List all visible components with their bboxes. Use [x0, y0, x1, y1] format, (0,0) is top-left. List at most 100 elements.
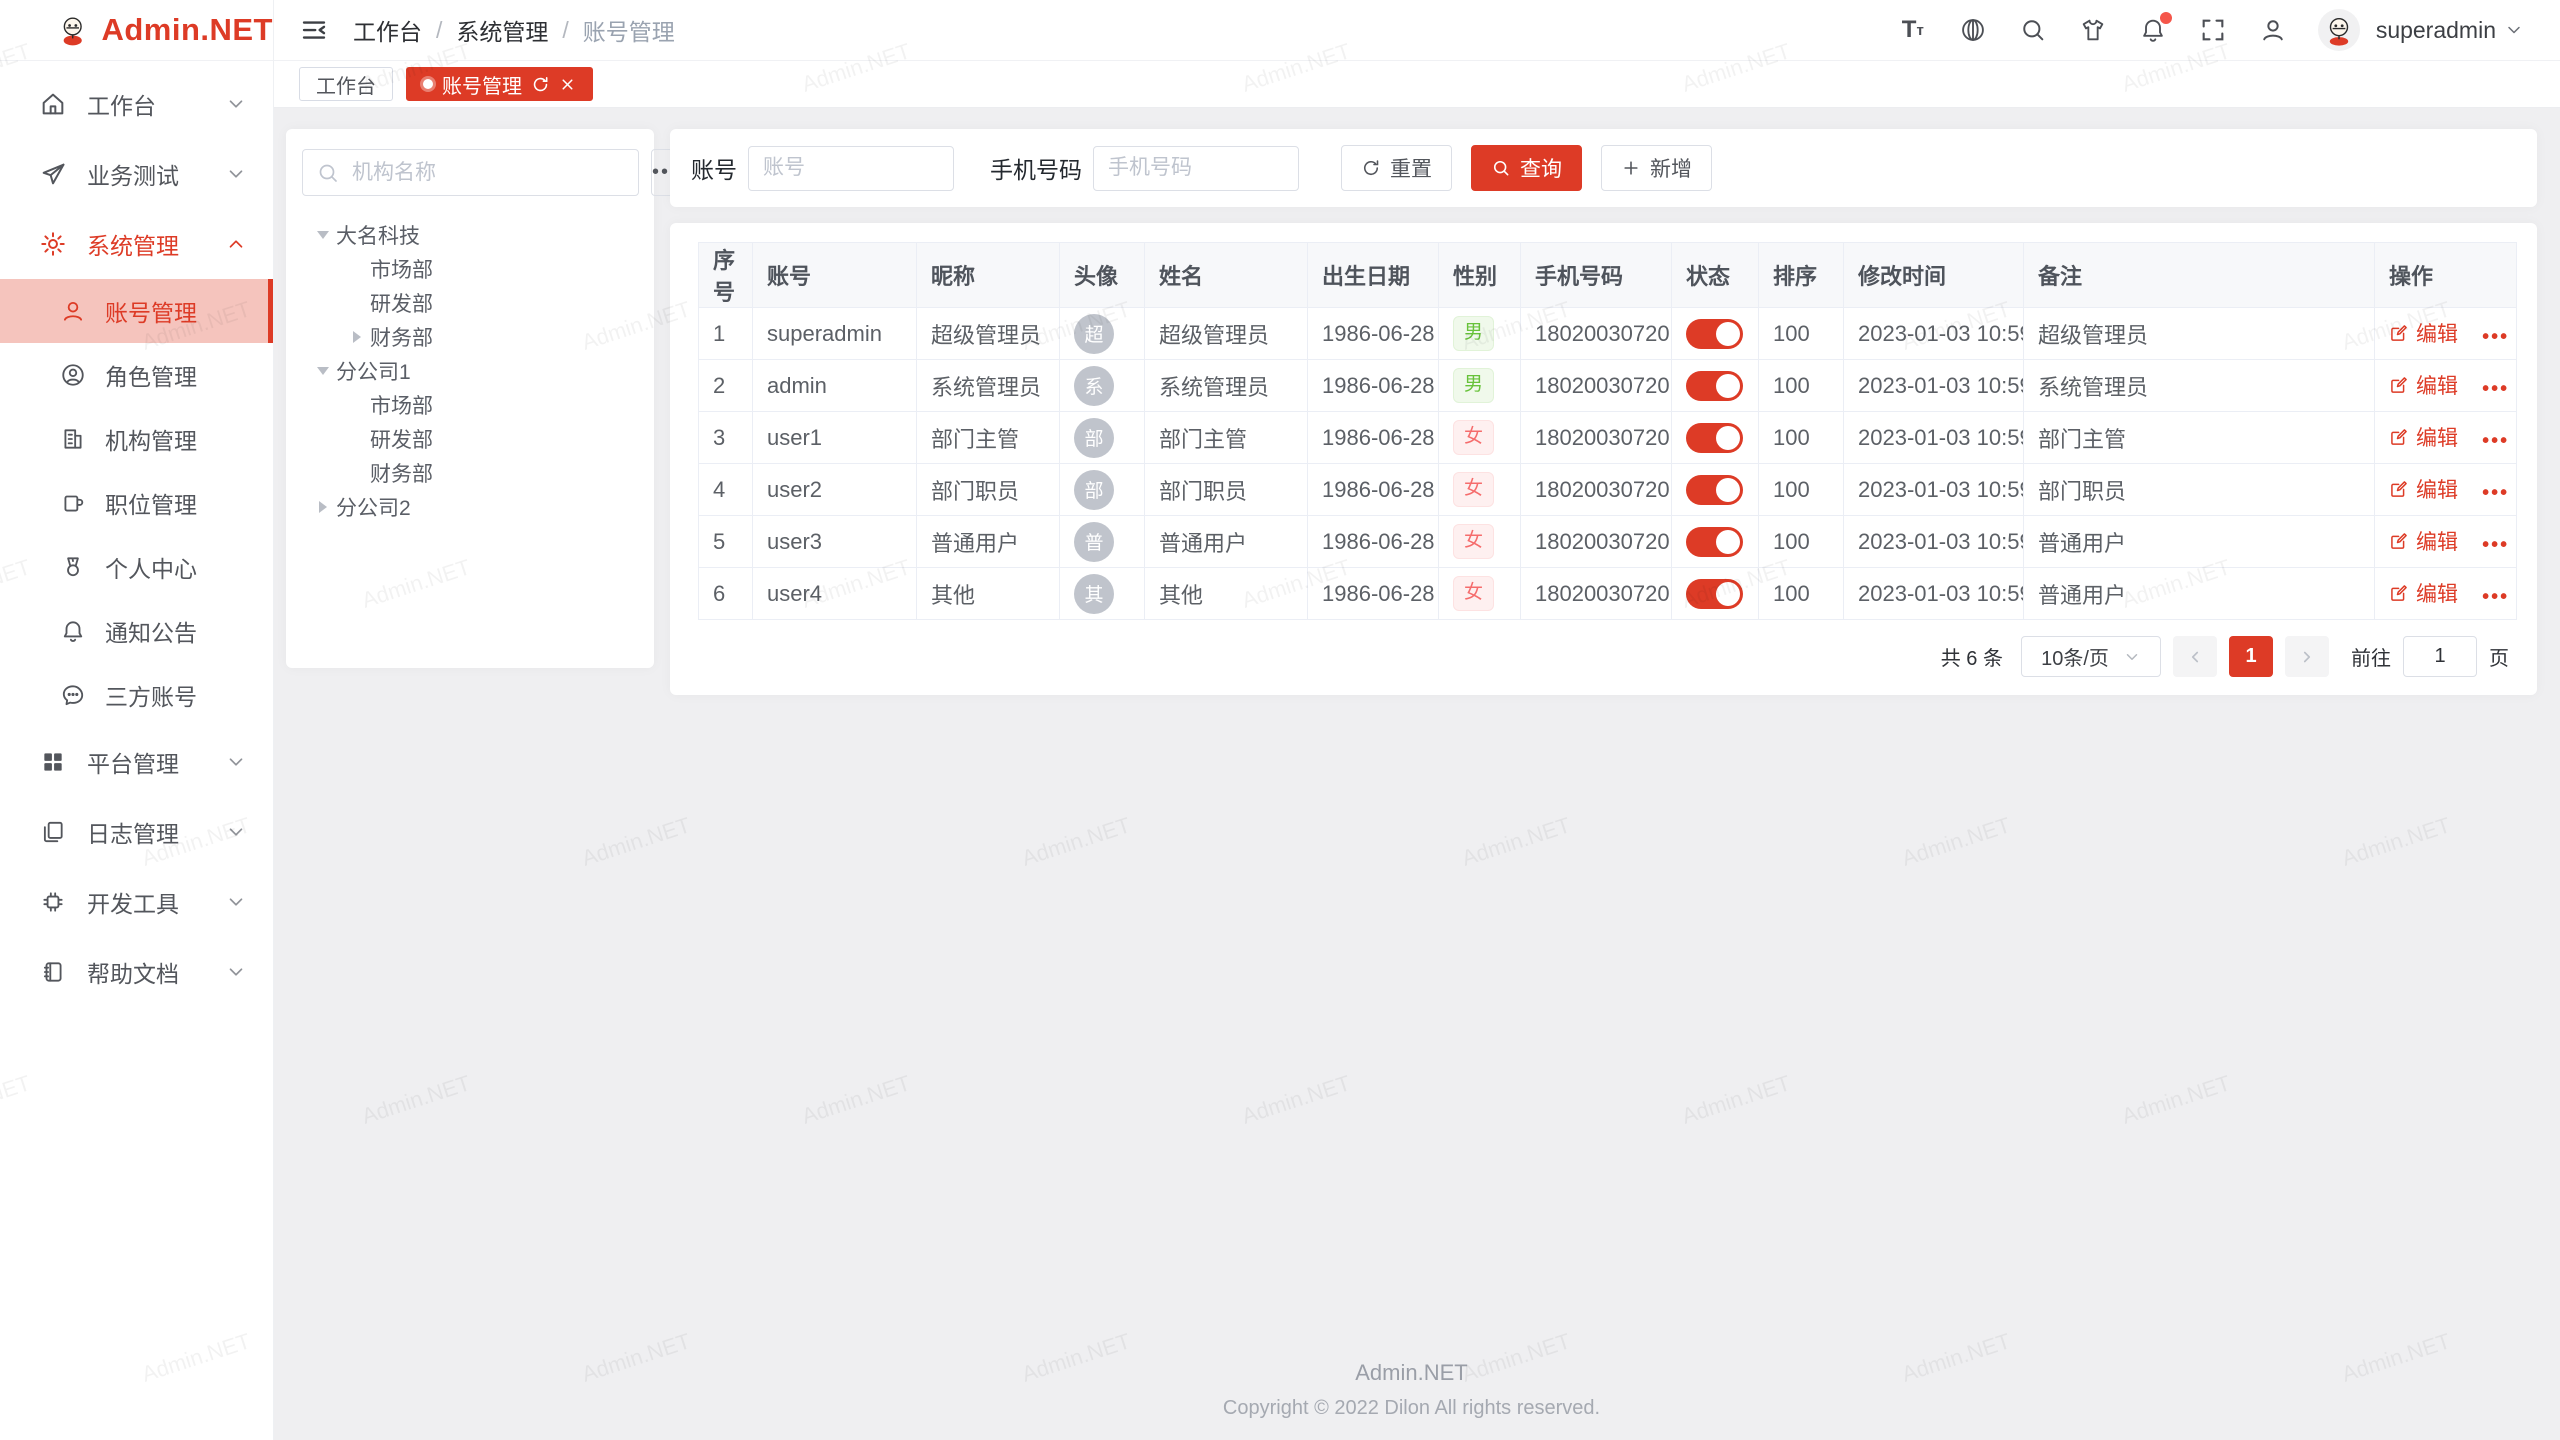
user-icon[interactable]	[2258, 15, 2288, 45]
search-icon[interactable]	[2018, 15, 2048, 45]
notification-badge	[2160, 12, 2172, 24]
org-search-input[interactable]	[350, 160, 625, 186]
medal-icon	[59, 553, 87, 581]
edit-icon	[2389, 531, 2409, 551]
edit-button[interactable]: 编辑	[2389, 422, 2458, 452]
tree-node[interactable]: 财务部	[302, 456, 638, 490]
page-size-select[interactable]: 10条/页	[2021, 636, 2161, 677]
more-actions-button[interactable]: •••	[2482, 430, 2509, 452]
page-number-button[interactable]: 1	[2229, 636, 2273, 677]
filter-buttons: 重置 查询 新增	[1341, 145, 1712, 191]
edit-button[interactable]: 编辑	[2389, 578, 2458, 608]
phone-input[interactable]	[1093, 146, 1299, 191]
edit-button[interactable]: 编辑	[2389, 526, 2458, 556]
cell-sort: 100	[1759, 464, 1844, 516]
cell-index: 4	[699, 464, 753, 516]
sidebar-item-dev-tools[interactable]: 开发工具	[0, 867, 273, 937]
user-icon	[59, 297, 87, 325]
tree-node[interactable]: 市场部	[302, 252, 638, 286]
search-button[interactable]: 查询	[1471, 145, 1582, 191]
sidebar-item-log-management[interactable]: 日志管理	[0, 797, 273, 867]
tree-node-label: 大名科技	[336, 220, 420, 250]
cell-birthdate: 1986-06-28	[1308, 360, 1439, 412]
more-actions-button[interactable]: •••	[2482, 378, 2509, 400]
edit-button[interactable]: 编辑	[2389, 474, 2458, 504]
org-tree-toolbar: •••	[302, 149, 638, 196]
sidebar-item-role-management[interactable]: 角色管理	[0, 343, 273, 407]
sidebar-item-notice[interactable]: 通知公告	[0, 599, 273, 663]
sidebar-item-third-party-account[interactable]: 三方账号	[0, 663, 273, 727]
cell-nickname: 部门主管	[917, 412, 1060, 464]
edit-button[interactable]: 编辑	[2389, 318, 2458, 348]
caret-down-icon[interactable]	[310, 367, 336, 375]
tree-node[interactable]: 分公司1	[302, 354, 638, 388]
more-actions-button[interactable]: •••	[2482, 586, 2509, 608]
chevron-down-icon	[2123, 648, 2141, 666]
status-toggle[interactable]	[1686, 475, 1743, 505]
breadcrumb-item[interactable]: 工作台	[353, 13, 422, 47]
tab-account-management[interactable]: 账号管理	[406, 67, 593, 101]
next-page-button[interactable]	[2285, 636, 2329, 677]
sidebar-item-help-docs[interactable]: 帮助文档	[0, 937, 273, 1007]
sidebar-item-org-management[interactable]: 机构管理	[0, 407, 273, 471]
status-toggle[interactable]	[1686, 319, 1743, 349]
tree-node[interactable]: 财务部	[302, 320, 638, 354]
reset-button[interactable]: 重置	[1341, 145, 1452, 191]
edit-icon	[2389, 583, 2409, 603]
grid-icon	[38, 747, 68, 777]
sidebar-item-system-management[interactable]: 系统管理	[0, 209, 273, 279]
edit-button[interactable]: 编辑	[2389, 370, 2458, 400]
more-actions-button[interactable]: •••	[2482, 482, 2509, 504]
sidebar-item-label: 业务测试	[87, 157, 179, 191]
cell-gender: 男	[1439, 308, 1521, 360]
sidebar-item-personal-center[interactable]: 个人中心	[0, 535, 273, 599]
account-input[interactable]	[748, 146, 954, 191]
sidebar-item-platform-management[interactable]: 平台管理	[0, 727, 273, 797]
cell-index: 3	[699, 412, 753, 464]
tree-node[interactable]: 分公司2	[302, 490, 638, 524]
avatar[interactable]	[2318, 9, 2360, 51]
close-icon[interactable]	[559, 76, 576, 93]
sidebar-item-label: 通知公告	[105, 614, 197, 648]
sidebar-item-business-test[interactable]: 业务测试	[0, 139, 273, 209]
refresh-icon[interactable]	[531, 75, 550, 94]
sidebar-item-position-management[interactable]: 职位管理	[0, 471, 273, 535]
theme-icon[interactable]	[2078, 15, 2108, 45]
status-toggle[interactable]	[1686, 423, 1743, 453]
fullscreen-icon[interactable]	[2198, 15, 2228, 45]
more-actions-button[interactable]: •••	[2482, 534, 2509, 556]
footer-app-name: Admin.NET	[286, 1360, 2537, 1386]
goto-page-input[interactable]	[2403, 636, 2477, 677]
cell-sort: 100	[1759, 360, 1844, 412]
chevron-down-icon	[225, 891, 247, 913]
tree-node[interactable]: 市场部	[302, 388, 638, 422]
prev-page-button[interactable]	[2173, 636, 2217, 677]
table-row: 3 user1 部门主管 部 部门主管 1986-06-28 女 1802003…	[699, 412, 2517, 464]
status-toggle[interactable]	[1686, 527, 1743, 557]
tree-node[interactable]: 研发部	[302, 286, 638, 320]
tree-node-label: 研发部	[370, 424, 433, 454]
menu-fold-icon[interactable]	[299, 15, 329, 45]
language-icon[interactable]	[1958, 15, 1988, 45]
cell-modified-time: 2023-01-03 10:59:44	[1844, 412, 2024, 464]
font-size-icon[interactable]: Tт	[1898, 15, 1928, 45]
status-toggle[interactable]	[1686, 579, 1743, 609]
sidebar-item-account-management[interactable]: 账号管理	[0, 279, 273, 343]
user-menu[interactable]: superadmin	[2376, 17, 2524, 44]
caret-right-icon[interactable]	[344, 331, 370, 343]
breadcrumb-item[interactable]: 系统管理	[456, 13, 548, 47]
caret-right-icon[interactable]	[310, 501, 336, 513]
caret-down-icon[interactable]	[310, 231, 336, 239]
tree-node[interactable]: 研发部	[302, 422, 638, 456]
sidebar-item-workbench[interactable]: 工作台	[0, 69, 273, 139]
col-phone: 手机号码	[1521, 243, 1672, 308]
cell-sort: 100	[1759, 412, 1844, 464]
tree-node-label: 市场部	[370, 254, 433, 284]
tab-workbench[interactable]: 工作台	[299, 67, 393, 101]
status-toggle[interactable]	[1686, 371, 1743, 401]
add-button[interactable]: 新增	[1601, 145, 1712, 191]
tree-node[interactable]: 大名科技	[302, 218, 638, 252]
col-name: 姓名	[1145, 243, 1308, 308]
more-actions-button[interactable]: •••	[2482, 326, 2509, 348]
bell-icon[interactable]	[2138, 15, 2168, 45]
